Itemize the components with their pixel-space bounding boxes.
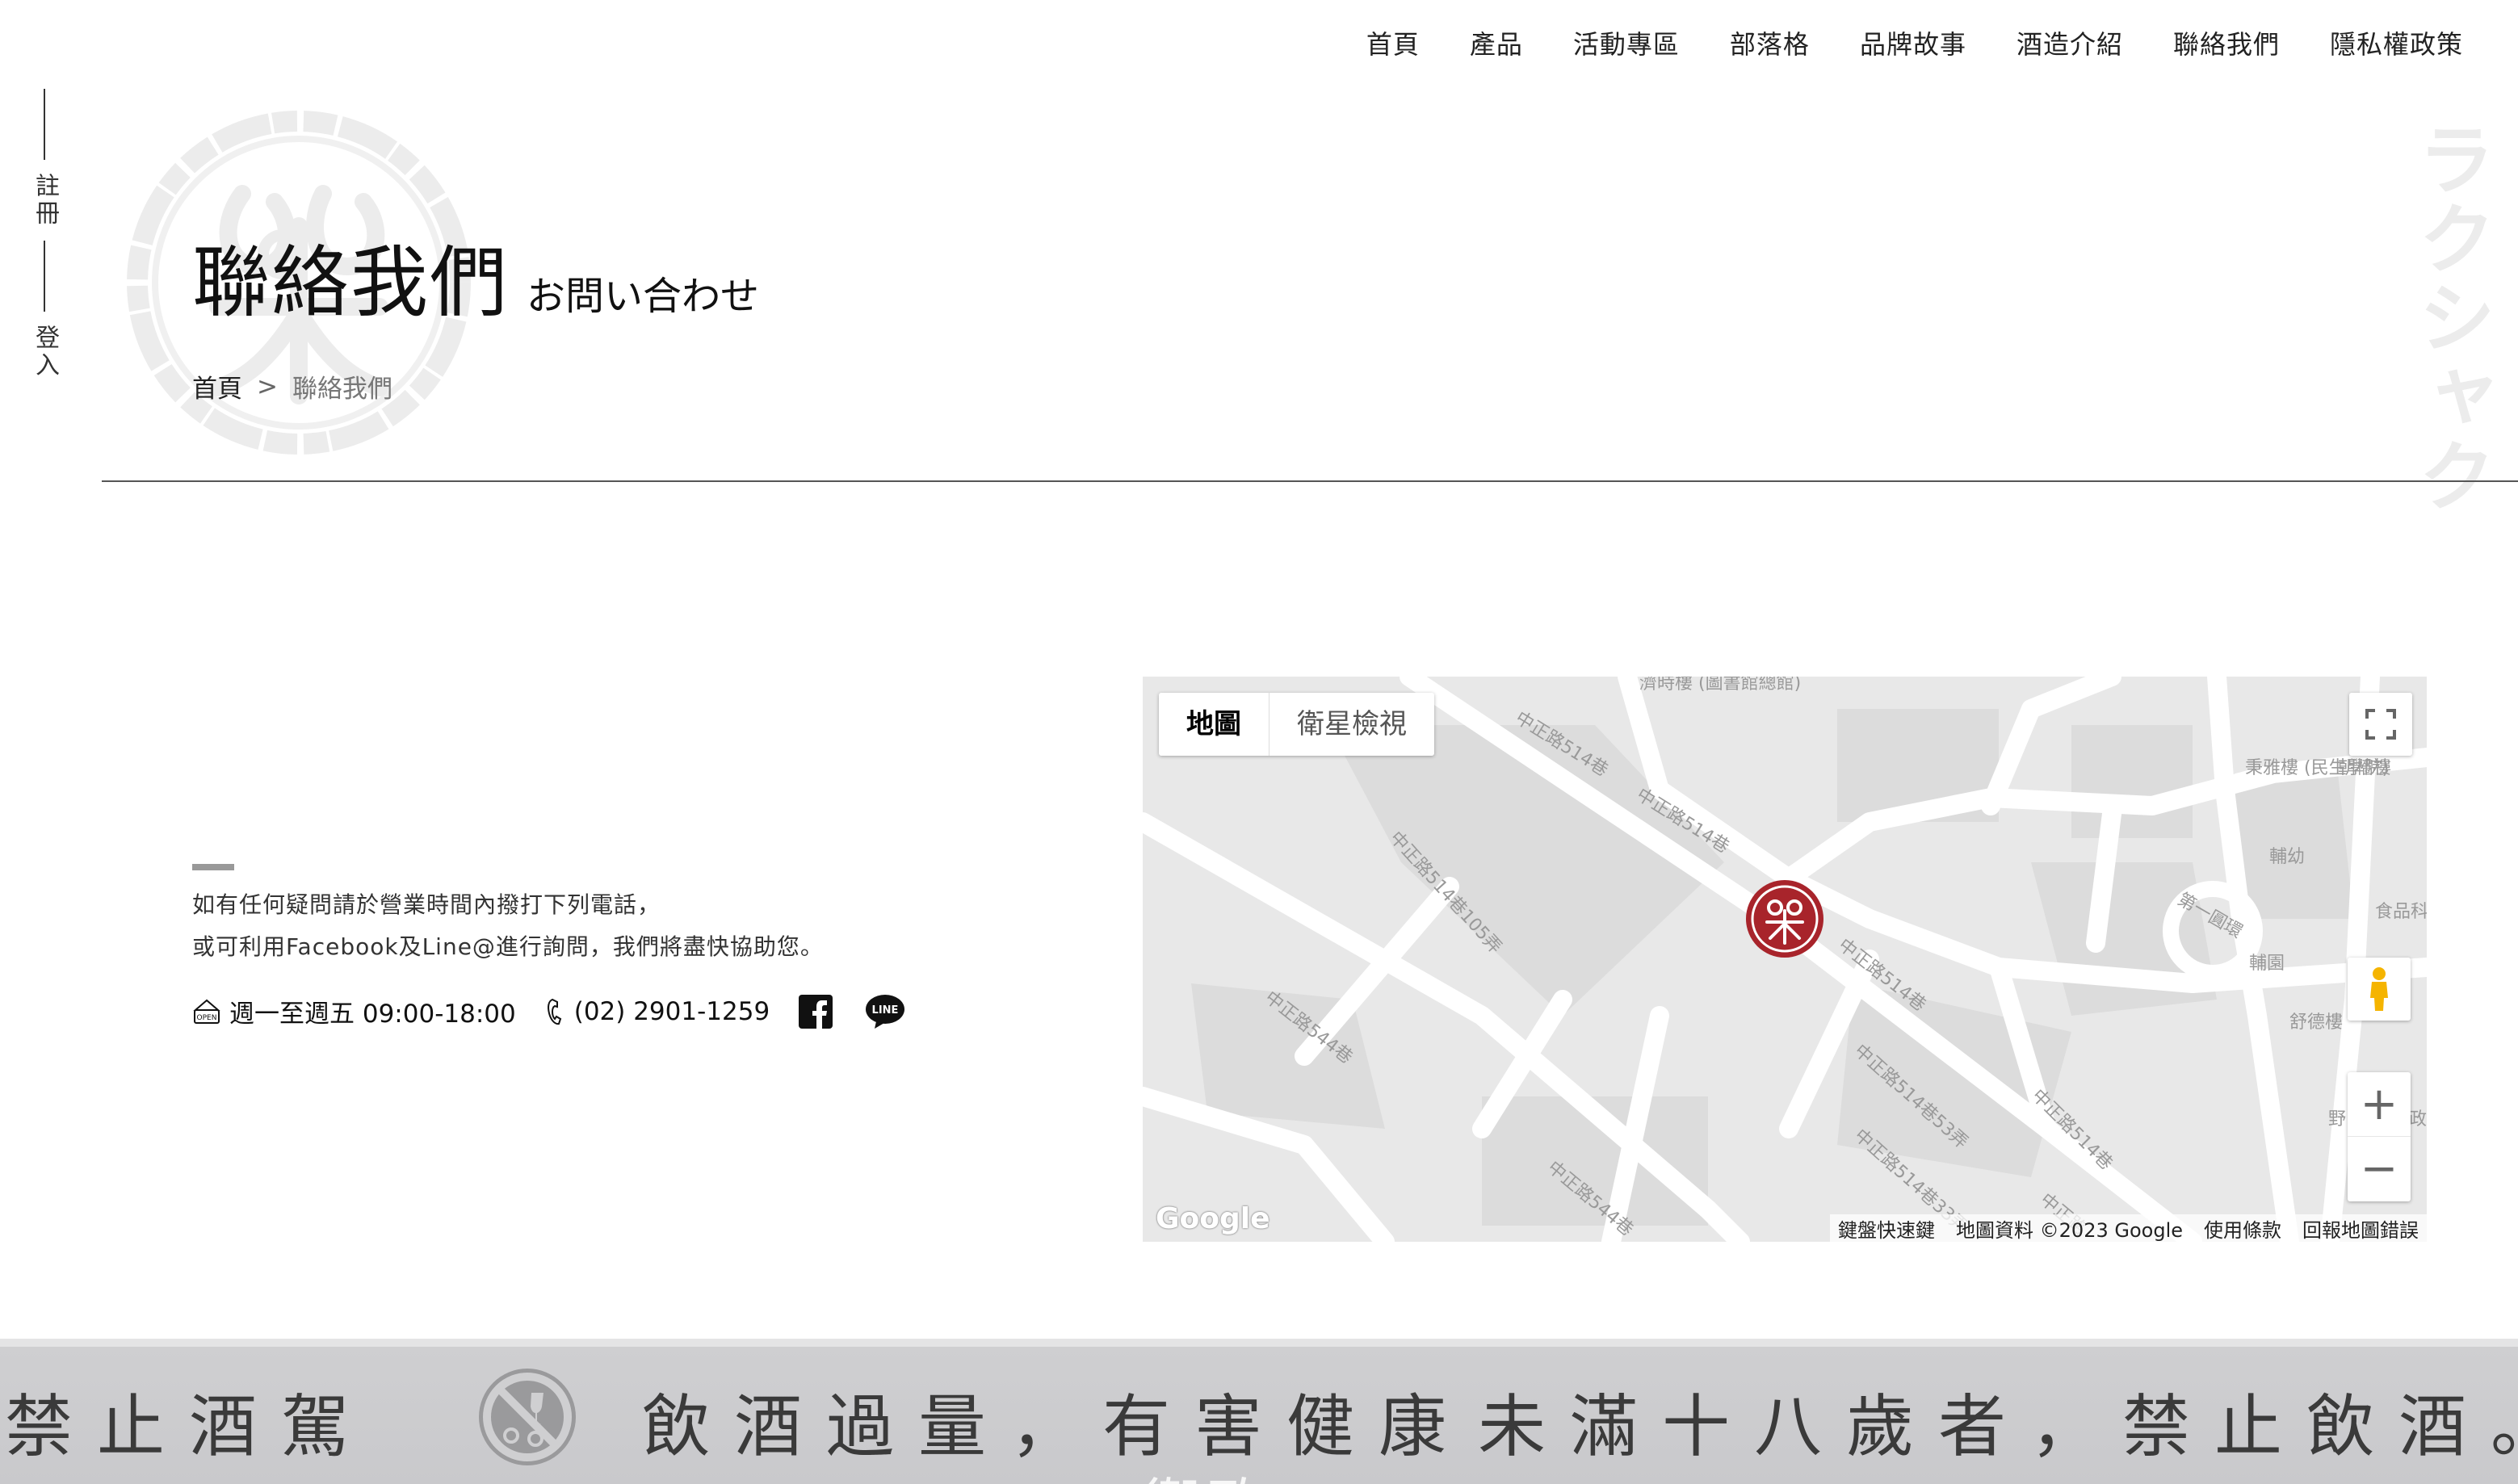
location-marker[interactable] [1744,878,1825,959]
nav-item-privacy[interactable]: 隱私權政策 [2330,24,2463,61]
phone-number[interactable]: (02) 2901-1259 [574,997,770,1026]
map-label: 濟時樓 (圖書館總館) [1639,677,1801,694]
fullscreen-icon [2365,709,2396,740]
divider-line [44,241,45,312]
svg-text:LINE: LINE [872,1004,899,1017]
map-type-satellite-button[interactable]: 衛星檢視 [1269,693,1434,756]
map-footer: 鍵盤快速鍵 地圖資料 ©2023 Google 使用條款 回報地圖錯誤 [1830,1214,2427,1242]
auth-links: 註冊 登入 [31,89,59,392]
page-title: 聯絡我們 お問い合わせ [192,220,759,332]
pegman-icon [2370,967,2388,1011]
register-link[interactable]: 註冊 [27,173,62,228]
warning-excess-drinking: 飲酒過量，有害健康 [642,1387,1471,1466]
nav-item-contact[interactable]: 聯絡我們 [2173,24,2280,61]
map-label: 朝檣樓 [2338,758,2391,778]
accent-bar [192,864,234,870]
business-hours: 週一至週五 09:00-18:00 [229,1000,516,1029]
map-label: 野 [2328,1109,2346,1130]
zoom-out-button[interactable]: − [2348,1137,2411,1201]
fullscreen-button[interactable] [2349,693,2412,756]
warning-no-drunk-driving: 禁止酒駕 [5,1387,374,1466]
health-admin-mark: 衛政 [1143,1460,1272,1484]
nav-item-brand-story[interactable]: 品牌故事 [1860,24,1966,61]
page-subtitle: お問い合わせ [527,274,760,319]
google-map[interactable]: 濟時樓 (圖書館總館) 中正路514巷 中正路514巷 中正路514巷105弄 … [1143,677,2427,1242]
contact-description: 如有任何疑問請於營業時間內撥打下列電話， 或可利用Facebook及Line@進… [192,884,824,968]
brand-marker-icon [1746,880,1823,958]
keyboard-shortcuts-link[interactable]: 鍵盤快速鍵 [1838,1214,1935,1243]
breadcrumb: 首頁 > 聯絡我們 [192,368,392,405]
zoom-in-button[interactable]: + [2348,1072,2411,1137]
nav-item-events[interactable]: 活動專區 [1573,24,1680,61]
map-label: 舒德樓 [2289,1012,2343,1033]
warning-under-18: 未滿十八歲者，禁止飲酒。 [1478,1387,2518,1466]
map-copyright: 地圖資料 ©2023 Google [1956,1218,2183,1242]
nav-item-home[interactable]: 首頁 [1366,24,1420,61]
no-drink-driving-icon [479,1369,576,1465]
map-label: 輔園 [2249,954,2285,974]
map-type-map-button[interactable]: 地圖 [1159,693,1269,756]
map-type-control: 地圖 衛星檢視 [1159,693,1434,756]
map-label: 輔幼 [2269,847,2305,867]
google-logo[interactable]: Google [1156,1202,1270,1235]
svg-text:OPEN: OPEN [197,1014,217,1022]
breadcrumb-separator: > [257,371,278,401]
nav-item-blog[interactable]: 部落格 [1730,24,1810,61]
nav-item-products[interactable]: 產品 [1470,24,1523,61]
map-label: 政 [2409,1109,2427,1130]
login-link[interactable]: 登入 [27,325,62,379]
terms-link[interactable]: 使用條款 [2204,1214,2281,1243]
contact-line-2: 或可利用Facebook及Line@進行詢問，我們將盡快協助您。 [192,933,824,960]
street-view-pegman-button[interactable] [2348,958,2411,1021]
contact-row: OPEN 週一至週五 09:00-18:00 (02) 2901-1259 LI… [192,993,938,1029]
katakana-decoration: ラクシャク [2405,119,2495,515]
alcohol-warning-banner: 禁止酒駕 飲酒過量，有害健康 未滿十八歲者，禁止飲酒。 衛政 [0,1339,2518,1484]
top-nav: 首頁 產品 活動專區 部落格 品牌故事 酒造介紹 聯絡我們 隱私權政策 [1366,24,2463,61]
nav-item-brewery[interactable]: 酒造介紹 [2016,24,2123,61]
page-title-text: 聯絡我們 [192,237,509,328]
breadcrumb-current: 聯絡我們 [292,375,392,404]
phone-icon [545,997,566,1026]
zoom-control: + − [2348,1072,2411,1201]
map-label: 食品科 [2375,902,2427,922]
header-divider [102,480,2518,482]
line-icon[interactable]: LINE [865,994,905,1029]
contact-line-1: 如有任何疑問請於營業時間內撥打下列電話， [192,891,661,918]
breadcrumb-home[interactable]: 首頁 [192,368,242,405]
facebook-icon[interactable] [799,994,833,1029]
open-sign-icon: OPEN [192,997,221,1026]
divider-line [44,89,45,160]
report-error-link[interactable]: 回報地圖錯誤 [2302,1214,2419,1243]
